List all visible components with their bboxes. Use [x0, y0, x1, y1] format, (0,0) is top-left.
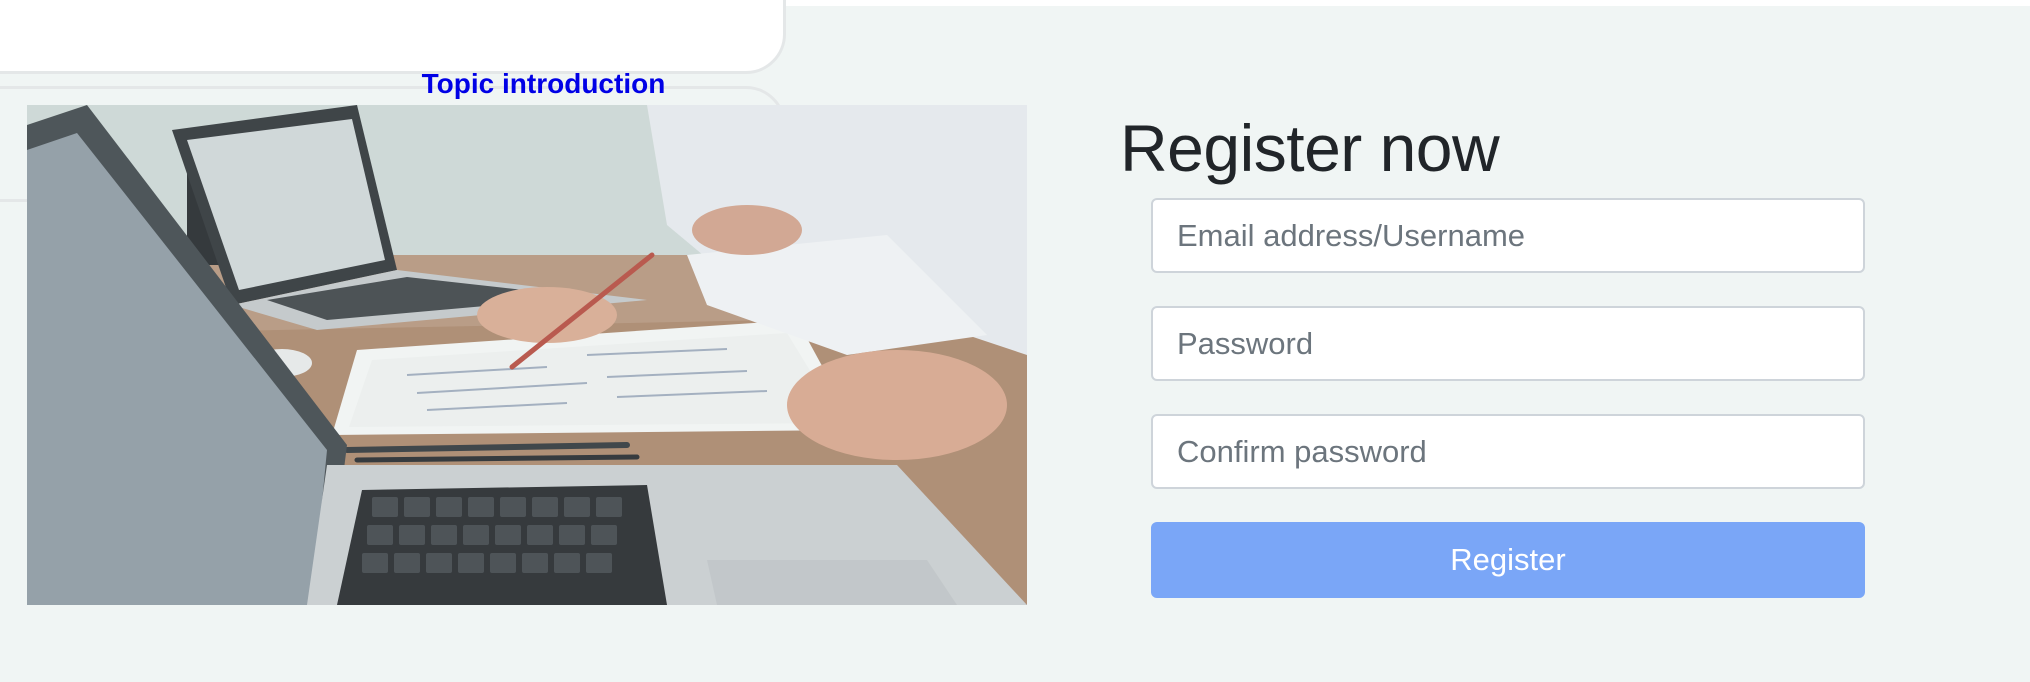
decorative-card-outline: [0, 0, 786, 74]
topic-introduction-title[interactable]: Topic introduction: [0, 64, 1087, 104]
email-username-field[interactable]: [1151, 198, 1865, 273]
password-field[interactable]: [1151, 306, 1865, 381]
register-heading: Register now: [1120, 111, 1500, 185]
confirm-password-field[interactable]: [1151, 414, 1865, 489]
hero-image: [27, 105, 1027, 605]
register-button[interactable]: Register: [1151, 522, 1865, 598]
laptops-desk-illustration: [27, 105, 1027, 605]
